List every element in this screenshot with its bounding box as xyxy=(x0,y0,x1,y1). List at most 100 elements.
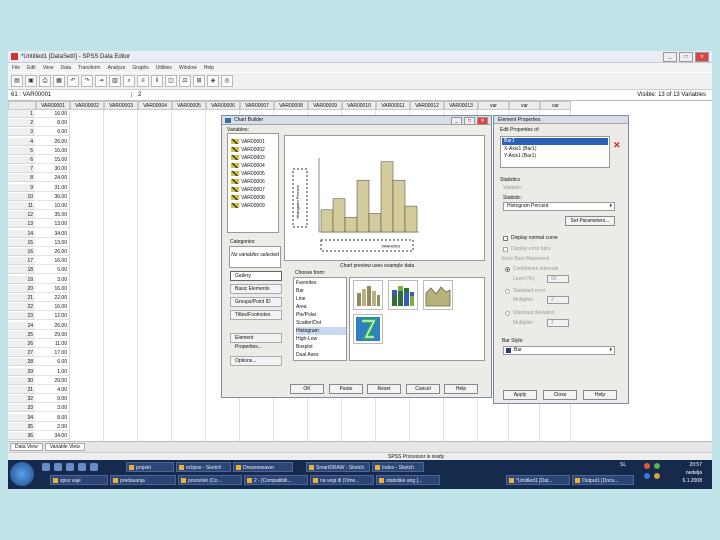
minimize-button[interactable]: _ xyxy=(451,117,462,125)
column-header[interactable]: VAR00007 xyxy=(240,101,274,110)
table-cell[interactable]: 16.00 xyxy=(36,147,70,155)
variable-item[interactable]: VAR00004 xyxy=(228,162,278,170)
tab-basic-elements[interactable]: Basic Elements xyxy=(230,284,282,294)
table-cell[interactable]: 16.00 xyxy=(36,285,70,293)
row-number[interactable]: 26 xyxy=(8,340,35,348)
save-icon[interactable]: ▣ xyxy=(25,75,37,87)
row-number[interactable]: 31 xyxy=(8,386,35,394)
column-header[interactable]: var xyxy=(540,101,571,110)
quicklaunch-icon[interactable] xyxy=(66,463,74,471)
row-number[interactable]: 8 xyxy=(8,174,35,183)
row-number[interactable]: 12 xyxy=(8,211,35,220)
element-properties-button[interactable]: Element Properties... xyxy=(230,333,282,350)
taskbar-item[interactable]: *Untitled1 [Dat... xyxy=(506,475,570,485)
table-cell[interactable]: 9.00 xyxy=(36,395,70,404)
confidence-radio[interactable] xyxy=(505,267,510,272)
variables-icon[interactable]: ▥ xyxy=(109,75,121,87)
element-item[interactable]: Y-Axis1 (Bar1) xyxy=(501,153,609,160)
menu-file[interactable]: File xyxy=(12,65,20,71)
start-button[interactable] xyxy=(10,462,34,486)
taskbar-item[interactable]: Index - Sketch xyxy=(372,462,424,472)
gallery-item[interactable]: Bar xyxy=(296,287,346,295)
row-number[interactable]: 29 xyxy=(8,367,35,376)
tab-data-view[interactable]: Data View xyxy=(10,443,43,451)
menu-data[interactable]: Data xyxy=(60,65,71,71)
table-cell[interactable]: 2.00 xyxy=(36,423,70,431)
gallery-item[interactable]: Dual Axes xyxy=(296,351,346,359)
table-cell[interactable]: 26.00 xyxy=(36,248,70,256)
row-number[interactable]: 3 xyxy=(8,128,35,137)
redo-icon[interactable]: ↷ xyxy=(81,75,93,87)
simple-histogram-thumbnail[interactable] xyxy=(353,280,383,310)
column-header[interactable]: VAR00002 xyxy=(70,101,104,110)
variables-list[interactable]: VAR00001 VAR00002 VAR00003 VAR00004 VAR0… xyxy=(227,133,279,233)
column-header[interactable]: VAR00010 xyxy=(342,101,376,110)
table-cell[interactable]: 1.00 xyxy=(36,368,70,376)
tab-variable-view[interactable]: Variable View xyxy=(44,443,85,451)
table-cell[interactable]: 3.00 xyxy=(36,276,70,284)
find-icon[interactable]: ⌕ xyxy=(123,75,135,87)
column-header[interactable]: var xyxy=(478,101,509,110)
insert-cases-icon[interactable]: ≡ xyxy=(137,75,149,87)
table-cell[interactable]: 35.00 xyxy=(36,211,70,220)
close-button[interactable]: Close xyxy=(543,390,577,400)
table-cell[interactable]: 8.00 xyxy=(36,119,70,128)
taskbar-item[interactable]: na vegi dl (Ome... xyxy=(310,475,374,485)
variable-item[interactable]: VAR00003 xyxy=(228,154,278,162)
row-number[interactable]: 1 xyxy=(8,110,35,118)
gallery-item[interactable]: Scatter/Dot xyxy=(296,319,346,327)
taskbar-item[interactable]: projekt xyxy=(126,462,174,472)
column-header[interactable]: VAR00005 xyxy=(172,101,206,110)
column-header[interactable]: var xyxy=(509,101,540,110)
table-cell[interactable]: 16.00 xyxy=(36,257,70,266)
quicklaunch-icon[interactable] xyxy=(90,463,98,471)
row-number[interactable]: 13 xyxy=(8,220,35,229)
taskbar-item[interactable]: predavanja xyxy=(110,475,176,485)
population-pyramid-thumbnail[interactable] xyxy=(353,314,383,344)
row-number[interactable]: 4 xyxy=(8,137,35,146)
table-cell[interactable]: 12.00 xyxy=(36,312,70,321)
tray-icon[interactable] xyxy=(654,473,660,479)
gallery-item-selected[interactable]: Histogram xyxy=(296,327,346,335)
row-number[interactable]: 5 xyxy=(8,146,35,155)
weight-cases-icon[interactable]: ⚖ xyxy=(179,75,191,87)
table-cell[interactable]: 29.00 xyxy=(36,331,70,339)
row-number[interactable]: 30 xyxy=(8,376,35,385)
elements-list[interactable]: Bar1 X-Axis1 (Bar1) Y-Axis1 (Bar1) xyxy=(500,136,610,168)
variable-item[interactable]: VAR00009 xyxy=(228,202,278,210)
table-cell[interactable]: 13.00 xyxy=(36,220,70,229)
dialog-recall-icon[interactable]: ▦ xyxy=(53,75,65,87)
row-number[interactable]: 2 xyxy=(8,119,35,128)
tab-gallery[interactable]: Gallery xyxy=(230,271,282,281)
row-number[interactable]: 34 xyxy=(8,413,35,422)
std-error-radio[interactable] xyxy=(505,289,510,294)
variable-item[interactable]: VAR00008 xyxy=(228,194,278,202)
tab-groups-point-id[interactable]: Groups/Point ID xyxy=(230,297,282,307)
gallery-item[interactable]: Pie/Polar xyxy=(296,311,346,319)
tab-titles-footnotes[interactable]: Titles/Footnotes xyxy=(230,310,282,320)
paste-button[interactable]: Paste xyxy=(329,384,363,394)
column-header[interactable]: VAR00012 xyxy=(410,101,444,110)
table-cell[interactable]: 6.00 xyxy=(36,358,70,367)
taskbar-item[interactable]: spss vaje xyxy=(50,475,108,485)
table-cell[interactable]: 24.00 xyxy=(36,174,70,183)
row-number[interactable]: 20 xyxy=(8,284,35,293)
variable-item[interactable]: VAR00001 xyxy=(228,138,278,146)
row-number[interactable]: 33 xyxy=(8,404,35,413)
column-header[interactable]: VAR00011 xyxy=(376,101,410,110)
table-cell[interactable]: 29.00 xyxy=(36,377,70,385)
table-cell[interactable]: 36.00 xyxy=(36,193,70,201)
reset-button[interactable]: Reset xyxy=(367,384,401,394)
undo-icon[interactable]: ↶ xyxy=(67,75,79,87)
column-header[interactable]: VAR00008 xyxy=(274,101,308,110)
tray-icon[interactable] xyxy=(654,463,660,469)
row-number[interactable]: 35 xyxy=(8,422,35,431)
minimize-button[interactable]: _ xyxy=(663,52,677,62)
column-header[interactable]: VAR00006 xyxy=(206,101,240,110)
maximize-button[interactable]: □ xyxy=(464,117,475,125)
options-button[interactable]: Options... xyxy=(230,356,282,366)
quicklaunch-icon[interactable] xyxy=(78,463,86,471)
menu-window[interactable]: Window xyxy=(179,65,197,71)
row-number[interactable]: 17 xyxy=(8,257,35,266)
menu-view[interactable]: View xyxy=(43,65,54,71)
